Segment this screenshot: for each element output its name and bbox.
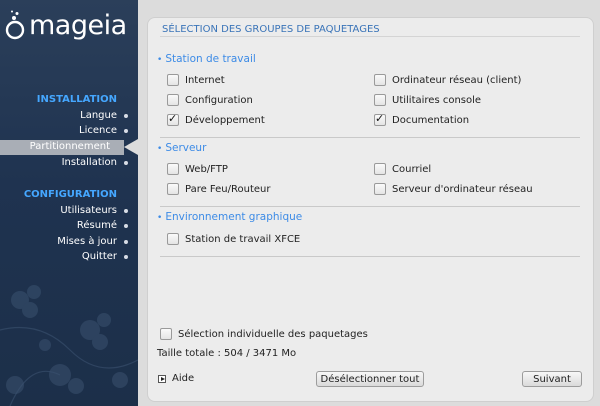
checkbox-icon[interactable] [167, 233, 179, 245]
bullet-icon [124, 209, 128, 213]
checkbox-icon[interactable] [167, 163, 179, 175]
checkbox-courriel[interactable]: Courriel [374, 163, 431, 175]
nav-item-langue: Langue [80, 110, 128, 121]
nav-item-resume: Résumé [77, 220, 128, 231]
checkbox-icon[interactable] [374, 163, 386, 175]
section-station-de-travail: • Station de travail [157, 53, 256, 65]
checkbox-station-xfce[interactable]: Station de travail XFCE [167, 233, 300, 245]
brand-name: mageia [29, 9, 127, 41]
bullet-icon [124, 240, 128, 244]
mageia-logo: mageia [4, 10, 127, 40]
checkbox-icon[interactable] [374, 94, 386, 106]
bullet-icon [124, 255, 128, 259]
checkbox-web-ftp[interactable]: Web/FTP [167, 163, 228, 175]
nav-item-mises-a-jour: Mises à jour [57, 236, 128, 247]
checkbox-icon[interactable] [167, 74, 179, 86]
section-serveur: • Serveur [157, 142, 207, 154]
checkbox-checked-icon[interactable] [167, 112, 179, 126]
bullet-icon [124, 129, 128, 133]
nav-item-quitter: Quitter [82, 251, 128, 262]
help-button[interactable]: Aide [158, 373, 194, 384]
nav-item-partitionnement: Partitionnement [0, 140, 124, 155]
expand-triangle-icon [158, 374, 166, 383]
checkbox-pare-feu-routeur[interactable]: Pare Feu/Routeur [167, 183, 270, 195]
checkbox-serveur-ordinateur-reseau[interactable]: Serveur d'ordinateur réseau [374, 183, 533, 195]
checkbox-icon[interactable] [160, 328, 172, 340]
title-divider [160, 36, 580, 37]
checkbox-utilitaires-console[interactable]: Utilitaires console [374, 94, 481, 106]
checkbox-icon[interactable] [167, 183, 179, 195]
section-divider [160, 206, 580, 207]
checkbox-internet[interactable]: Internet [167, 74, 225, 86]
section-divider [160, 256, 580, 257]
section-divider [160, 137, 580, 138]
checkbox-configuration[interactable]: Configuration [167, 94, 253, 106]
deselect-all-button[interactable]: Désélectionner tout [316, 371, 424, 387]
checkbox-ordinateur-reseau-client[interactable]: Ordinateur réseau (client) [374, 74, 521, 86]
checkbox-developpement[interactable]: Développement [167, 112, 265, 126]
current-step-arrow-icon [124, 139, 138, 155]
checkbox-checked-icon[interactable] [374, 112, 386, 126]
checkbox-icon[interactable] [167, 94, 179, 106]
total-size: Taille totale : 504 / 3471 Mo [157, 348, 297, 359]
bullet-icon [124, 114, 128, 118]
sidebar: mageia INSTALLATION Langue Licence Parti… [0, 0, 138, 406]
nav-item-installation: Installation [62, 157, 128, 168]
bullet-icon: • [157, 144, 163, 154]
next-button[interactable]: Suivant [522, 371, 582, 387]
page-title: SÉLECTION DES GROUPES DE PAQUETAGES [162, 24, 380, 35]
bullet-icon [124, 161, 128, 165]
bullet-icon: • [157, 213, 163, 223]
bullet-icon: • [157, 55, 163, 65]
flower-decoration [0, 285, 138, 406]
bullet-icon [124, 224, 128, 228]
checkbox-icon[interactable] [374, 183, 386, 195]
nav-item-licence: Licence [79, 125, 128, 136]
checkbox-individual-selection[interactable]: Sélection individuelle des paquetages [160, 328, 368, 340]
nav-heading-installation: INSTALLATION [36, 94, 117, 105]
checkbox-documentation[interactable]: Documentation [374, 112, 469, 126]
section-environnement-graphique: • Environnement graphique [157, 211, 303, 223]
nav-item-utilisateurs: Utilisateurs [60, 205, 128, 216]
nav-heading-configuration: CONFIGURATION [23, 189, 117, 200]
checkbox-icon[interactable] [374, 74, 386, 86]
mageia-cauldron-icon [5, 10, 25, 40]
